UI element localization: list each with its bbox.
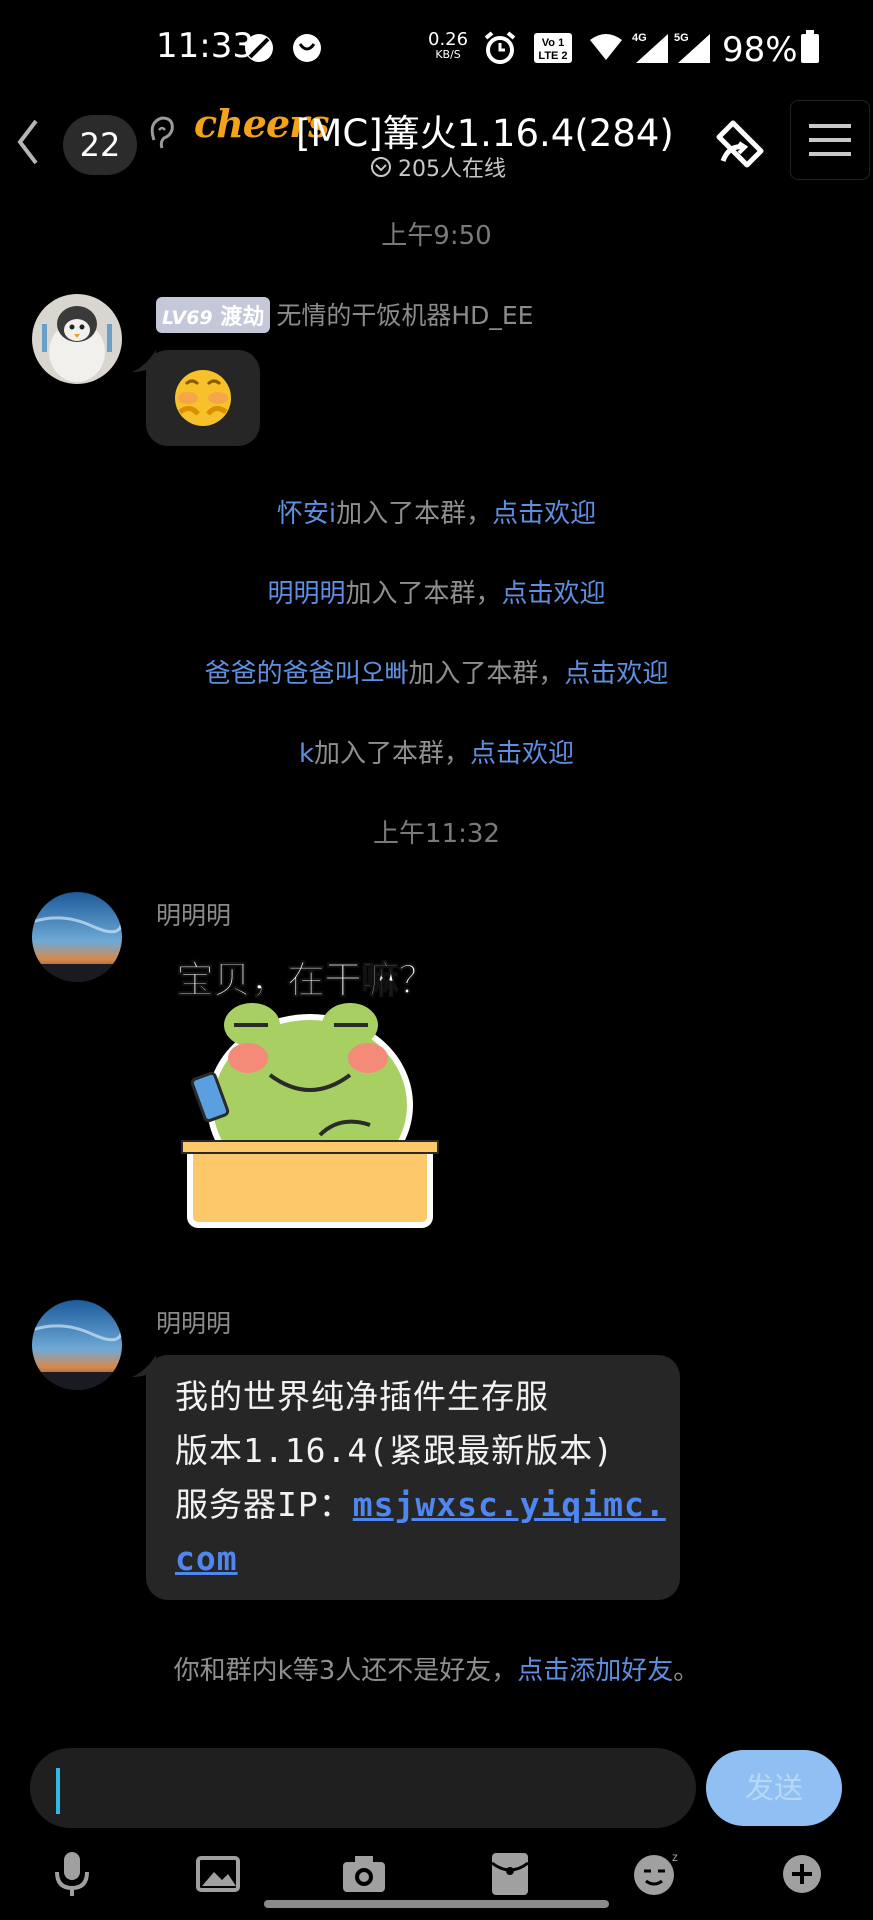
- composer: 发送: [0, 1740, 873, 1830]
- server-ip-link[interactable]: msjwxsc.yiqimc.: [353, 1485, 666, 1524]
- input-toolbar: z: [0, 1840, 873, 1920]
- group-title[interactable]: [MC]篝火1.16.4(284): [296, 103, 674, 157]
- status-bar: 11:33 0.26 KB/S Vo 1 LTE 2 4G 5G 98%: [0, 0, 873, 95]
- member-name-link[interactable]: 怀安i: [277, 499, 336, 529]
- back-arrow-icon[interactable]: [14, 117, 42, 167]
- sender-nickname[interactable]: 明明明: [156, 1304, 231, 1340]
- mic-icon: [55, 1852, 89, 1896]
- status-time: 11:33: [156, 26, 254, 66]
- net-speed: 0.26 KB/S: [428, 29, 469, 62]
- svg-text:5G: 5G: [674, 32, 689, 44]
- camera-icon: [343, 1856, 385, 1892]
- sender-nickname[interactable]: 明明明: [156, 896, 231, 932]
- member-name-link[interactable]: 明明明: [267, 579, 345, 609]
- friend-notice: 你和群内k等3人还不是好友，点击添加好友。: [173, 1656, 700, 1686]
- chat-header: 22 cheers [MC]篝火1.16.4(284) 205人在线: [0, 95, 873, 195]
- svg-text:Vo 1: Vo 1: [542, 37, 564, 49]
- camera-button[interactable]: [340, 1850, 388, 1898]
- hamburger-menu-icon: [809, 124, 851, 156]
- frog-sticker[interactable]: 宝贝，在干嘛？: [170, 945, 450, 1255]
- time-separator: 上午11:32: [373, 819, 500, 849]
- volte-icon: Vo 1LTE 2: [534, 33, 572, 63]
- message-input[interactable]: [30, 1748, 696, 1828]
- penguin-avatar-icon: [42, 306, 112, 382]
- member-name-link[interactable]: 爸爸的爸爸叫오빠: [205, 659, 409, 689]
- chevron-down-circle-icon: [371, 157, 391, 177]
- welcome-link[interactable]: 点击欢迎: [470, 739, 574, 769]
- do-not-disturb-icon: [245, 34, 273, 62]
- emoji-icon: z: [634, 1851, 678, 1895]
- join-notice: 爸爸的爸爸叫오빠加入了本群，点击欢迎: [204, 659, 669, 689]
- wifi-icon: [590, 34, 622, 60]
- menu-button[interactable]: [790, 100, 870, 180]
- join-notice: k加入了本群，点击欢迎: [298, 739, 575, 769]
- frog-icon: [181, 1003, 439, 1228]
- join-notice: 怀安i加入了本群，点击欢迎: [276, 499, 597, 529]
- time-separator: 上午9:50: [381, 221, 492, 251]
- welcome-link[interactable]: 点击欢迎: [502, 579, 606, 609]
- battery-icon: [801, 30, 819, 63]
- unread-count-badge[interactable]: 22: [63, 115, 137, 175]
- red-packet-icon: [491, 1853, 529, 1895]
- sender-line: LV69 渡劫 无情的干饭机器HD_EE: [156, 296, 533, 333]
- svg-text:z: z: [672, 1851, 678, 1864]
- alarm-icon: [484, 31, 516, 64]
- avatar[interactable]: [32, 892, 122, 982]
- online-count: 205人在线: [370, 151, 506, 183]
- emoji-button[interactable]: z: [632, 1850, 680, 1898]
- moon-icon: [293, 34, 321, 62]
- member-name-link[interactable]: k: [299, 739, 314, 769]
- welcome-link[interactable]: 点击欢迎: [492, 499, 596, 529]
- sky-avatar-icon: [32, 892, 122, 982]
- image-icon: [196, 1856, 240, 1892]
- message-text[interactable]: 我的世界纯净插件生存服 版本1.16.4(紧跟最新版本) 服务器IP：msjwx…: [175, 1370, 675, 1586]
- server-ip-link-cont[interactable]: com: [175, 1539, 238, 1578]
- signal-4g-icon: 4G: [632, 32, 668, 63]
- join-notice: 明明明加入了本群，点击欢迎: [267, 579, 606, 609]
- svg-text:4G: 4G: [632, 32, 647, 44]
- plus-icon: [783, 1855, 821, 1893]
- image-button[interactable]: [194, 1850, 242, 1898]
- message-bubble[interactable]: [146, 350, 260, 446]
- avatar[interactable]: [32, 1300, 122, 1390]
- battery-percent: 98%: [722, 30, 798, 70]
- red-packet-button[interactable]: [486, 1850, 534, 1898]
- shy-emoji-icon: [175, 370, 231, 426]
- voice-button[interactable]: [48, 1850, 96, 1898]
- avatar[interactable]: [32, 294, 122, 384]
- share-link-icon[interactable]: [709, 117, 769, 173]
- level-badge: LV69 渡劫: [156, 297, 271, 333]
- welcome-link[interactable]: 点击欢迎: [564, 659, 668, 689]
- sky-avatar-icon: [32, 1300, 122, 1390]
- earpiece-mode-icon[interactable]: [146, 112, 176, 152]
- home-indicator[interactable]: [264, 1900, 609, 1908]
- add-friend-link[interactable]: 点击添加好友: [517, 1656, 673, 1686]
- text-cursor: [56, 1768, 60, 1814]
- sender-nickname[interactable]: 无情的干饭机器HD_EE: [276, 301, 533, 330]
- more-button[interactable]: [778, 1850, 826, 1898]
- svg-text:LTE 2: LTE 2: [538, 50, 567, 62]
- signal-5g-icon: 5G: [674, 32, 710, 63]
- send-button[interactable]: 发送: [706, 1750, 842, 1826]
